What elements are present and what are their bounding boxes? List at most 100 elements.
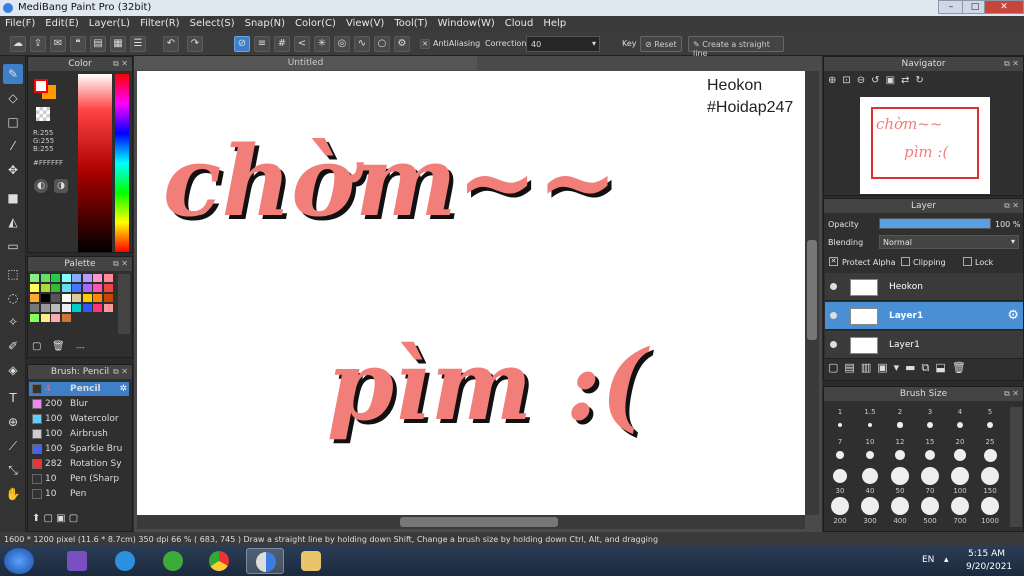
eyedropper-tool-icon[interactable]: ⟋ xyxy=(3,436,23,456)
palette-swatch[interactable] xyxy=(51,274,60,282)
layer-row[interactable]: Heokon xyxy=(825,273,1023,301)
brush-size-option[interactable]: 20 xyxy=(946,437,974,467)
correction-select[interactable]: 40 ▾ xyxy=(526,36,600,52)
brush-size-scrollbar[interactable] xyxy=(1010,407,1022,527)
brush-size-option[interactable]: 400 xyxy=(886,497,914,527)
layer-settings-icon[interactable]: ⚙ xyxy=(1007,308,1019,323)
palette-swatch[interactable] xyxy=(61,314,71,322)
palette-scrollbar[interactable] xyxy=(118,274,130,334)
palette-swatch[interactable] xyxy=(103,294,113,302)
fit-icon[interactable]: ⊡ xyxy=(842,75,856,86)
brush-size-option[interactable]: 1.5 xyxy=(856,407,884,437)
layer-row[interactable]: Layer1 ⚙ xyxy=(825,302,1023,330)
brush-size-option[interactable]: 500 xyxy=(916,497,944,527)
layer-row[interactable]: Layer1 xyxy=(825,331,1023,359)
menu-color[interactable]: Color(C) xyxy=(290,16,341,29)
menu-window[interactable]: Window(W) xyxy=(433,16,500,29)
palette-swatch[interactable] xyxy=(103,274,113,282)
vanishing-snap-icon[interactable]: < xyxy=(294,36,310,52)
brush-list-item[interactable]: 4 Pencil ✲ xyxy=(29,382,129,396)
visibility-icon[interactable] xyxy=(830,312,837,319)
menu-tool[interactable]: Tool(T) xyxy=(389,16,432,29)
palette-swatch[interactable] xyxy=(40,274,50,282)
brush-size-option[interactable]: 7 xyxy=(826,437,854,467)
brush-size-option[interactable]: 15 xyxy=(916,437,944,467)
new-halftone-layer-icon[interactable]: ▤ xyxy=(844,361,860,374)
palette-swatch[interactable] xyxy=(93,274,102,282)
palette-swatch[interactable] xyxy=(40,304,50,312)
taskbar-visualstudio[interactable] xyxy=(58,548,96,574)
delete-palette-icon[interactable]: 🗑 xyxy=(52,341,65,353)
panel-float-icon[interactable]: ⧉ ✕ xyxy=(1004,387,1019,401)
brush-list-item[interactable]: 200 Blur xyxy=(29,397,129,411)
delete-layer-icon[interactable]: 🗑 xyxy=(952,361,972,374)
rotate-left-icon[interactable]: ↺ xyxy=(871,75,885,86)
brush-size-option[interactable]: 40 xyxy=(856,467,884,497)
clock-date[interactable]: 9/20/2021 xyxy=(966,562,1012,572)
brush-size-option[interactable]: 3 xyxy=(916,407,944,437)
dot-tool-icon[interactable]: ⁄ xyxy=(3,136,23,156)
color-wheel-icon[interactable]: ◐ xyxy=(34,179,48,193)
brush-size-option[interactable]: 12 xyxy=(886,437,914,467)
palette-swatch[interactable] xyxy=(51,294,60,302)
palette-swatch[interactable] xyxy=(30,274,39,282)
brush-size-option[interactable]: 150 xyxy=(976,467,1004,497)
antialiasing-checkbox[interactable]: ✕ xyxy=(420,39,430,49)
palette-swatch[interactable] xyxy=(51,284,60,292)
palette-swatch[interactable] xyxy=(72,284,81,292)
brush-size-option[interactable]: 5 xyxy=(976,407,1004,437)
add-layer-dropdown-icon[interactable]: ▣▾ xyxy=(877,361,905,374)
transparent-color-swatch[interactable] xyxy=(36,107,50,121)
reset-button[interactable]: ⊘ Reset xyxy=(640,36,682,52)
merge-layer-icon[interactable]: ⬓ xyxy=(935,361,951,374)
menu-select[interactable]: Select(S) xyxy=(185,16,240,29)
blending-select[interactable]: Normal ▾ xyxy=(879,235,1019,249)
settings-snap-icon[interactable]: ⚙ xyxy=(394,36,410,52)
palette-swatch[interactable] xyxy=(103,304,113,312)
tray-arrow-icon[interactable]: ▴ xyxy=(944,555,949,565)
palette-swatch[interactable] xyxy=(30,284,39,292)
palette-swatch[interactable] xyxy=(82,294,92,302)
brush-list-item[interactable]: 282 Rotation Sy xyxy=(29,457,129,471)
zoom-out-icon[interactable]: ⊖ xyxy=(857,75,871,86)
zoom-in-icon[interactable]: ⊕ xyxy=(828,75,842,86)
protect-alpha-checkbox[interactable]: ✕ xyxy=(829,257,838,266)
brush-size-option[interactable]: 700 xyxy=(946,497,974,527)
brush-list-item[interactable]: 10 Pen xyxy=(29,487,129,501)
brush-list-item[interactable]: 100 Sparkle Bru xyxy=(29,442,129,456)
select-eraser-tool-icon[interactable]: ◈ xyxy=(3,360,23,380)
palette-swatch[interactable] xyxy=(61,274,71,282)
foreground-color-swatch[interactable] xyxy=(34,79,48,93)
menu-cloud[interactable]: Cloud xyxy=(500,16,539,29)
brush-list-item[interactable]: 100 Watercolor xyxy=(29,412,129,426)
menu-snap[interactable]: Snap(N) xyxy=(240,16,290,29)
palette-swatch[interactable] xyxy=(40,284,50,292)
taskbar-coccoc[interactable] xyxy=(154,548,192,574)
straight-line-button[interactable]: ✎ Create a straight line xyxy=(688,36,784,58)
list-icon[interactable]: ☰ xyxy=(130,36,146,52)
language-indicator[interactable]: EN xyxy=(922,555,934,565)
palette-menu-label[interactable]: --- xyxy=(76,343,85,352)
document-icon[interactable]: ▤ xyxy=(90,36,106,52)
hue-slider[interactable] xyxy=(115,74,129,252)
brush-size-option[interactable]: 300 xyxy=(856,497,884,527)
folder-icon[interactable]: ▬ xyxy=(905,361,921,374)
hand-tool-icon[interactable]: ✋ xyxy=(3,484,23,504)
palette-swatch[interactable] xyxy=(93,284,102,292)
clock-time[interactable]: 5:15 AM xyxy=(968,549,1005,559)
palette-swatch[interactable] xyxy=(72,304,81,312)
brush-size-option[interactable]: 25 xyxy=(976,437,1004,467)
panel-float-icon[interactable]: ⧉ ✕ xyxy=(1004,57,1019,71)
lasso-tool-icon[interactable]: ◌ xyxy=(3,288,23,308)
undo-icon[interactable]: ↶ xyxy=(163,36,179,52)
add-palette-icon[interactable]: ▢ xyxy=(32,341,44,353)
rotate-right-icon[interactable]: ↻ xyxy=(915,75,929,86)
cloud-icon[interactable]: ☁ xyxy=(10,36,26,52)
taskbar-ie[interactable] xyxy=(106,548,144,574)
text-tool-icon[interactable]: T xyxy=(3,388,23,408)
circle-snap-icon[interactable]: ◎ xyxy=(334,36,350,52)
palette-swatch[interactable] xyxy=(72,274,81,282)
visibility-icon[interactable] xyxy=(830,341,837,348)
palette-swatch[interactable] xyxy=(51,304,60,312)
taskbar-paint[interactable] xyxy=(292,548,330,574)
